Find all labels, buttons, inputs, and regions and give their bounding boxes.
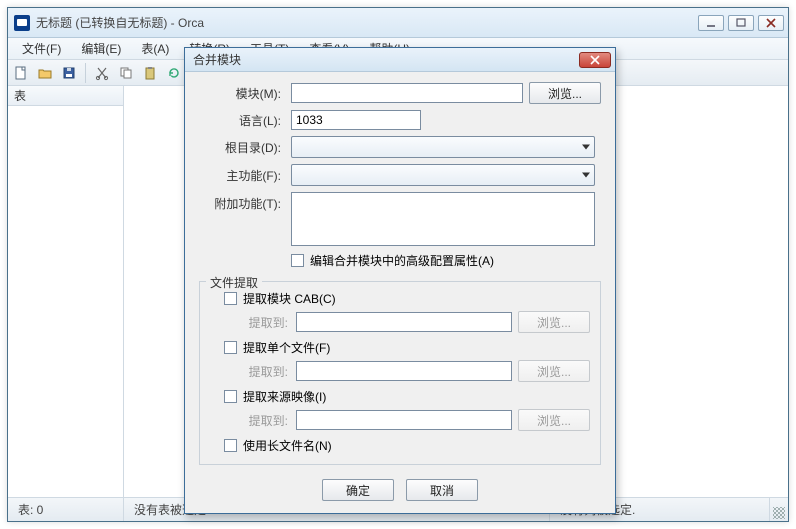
module-label: 模块(M): [199,85,285,102]
extract-cab-to-label: 提取到: [228,314,290,331]
new-file-icon [13,65,29,81]
extract-cab-to-input [296,312,512,332]
tables-pane-header[interactable]: 表 [8,86,123,106]
close-button[interactable] [758,15,784,31]
advanced-chk-label: 编辑合并模块中的高级配置属性(A) [310,252,494,269]
extract-single-to-input [296,361,512,381]
refresh-icon [166,65,182,81]
window-controls [698,15,784,31]
dialog-close-button[interactable] [579,52,611,68]
window-title: 无标题 (已转换自无标题) - Orca [36,14,204,31]
extract-source-to-label: 提取到: [228,412,290,429]
extract-source-label: 提取来源映像(I) [243,388,326,405]
extract-source-chk[interactable] [224,390,237,403]
merge-module-dialog: 合并模块 模块(M): 浏览... 语言(L): 根目录(D): 主功能(F): [184,47,616,514]
toolbar-cut-button[interactable] [91,62,113,84]
extract-single-label: 提取单个文件(F) [243,339,330,356]
extract-single-browse-button: 浏览... [518,360,590,382]
file-extract-group: 文件提取 提取模块 CAB(C) 提取到: 浏览... 提取单个文件(F) 提取… [199,281,601,465]
extract-source-to-input [296,410,512,430]
menu-file[interactable]: 文件(F) [12,38,71,60]
language-label: 语言(L): [199,112,285,129]
menu-tables[interactable]: 表(A) [131,38,179,60]
addfeatures-input[interactable] [291,192,595,246]
toolbar-open-button[interactable] [34,62,56,84]
toolbar-new-button[interactable] [10,62,32,84]
app-icon [14,15,30,31]
use-long-names-chk[interactable] [224,439,237,452]
save-icon [61,65,77,81]
minimize-icon [703,15,719,31]
advanced-chk[interactable] [291,254,304,267]
menu-edit[interactable]: 编辑(E) [71,38,131,60]
paste-icon [142,65,158,81]
toolbar-save-button[interactable] [58,62,80,84]
tables-pane: 表 [8,86,124,497]
use-long-names-label: 使用长文件名(N) [243,437,332,454]
resize-grip[interactable] [770,498,788,521]
extract-cab-chk[interactable] [224,292,237,305]
file-extract-legend: 文件提取 [206,274,262,291]
chevron-down-icon [582,145,590,150]
extract-cab-browse-button: 浏览... [518,311,590,333]
toolbar-copy-button[interactable] [115,62,137,84]
extract-cab-label: 提取模块 CAB(C) [243,290,336,307]
toolbar-separator [85,63,86,83]
extract-source-browse-button: 浏览... [518,409,590,431]
addfeatures-label: 附加功能(T): [199,192,285,212]
language-input[interactable] [291,110,421,130]
module-input[interactable] [291,83,523,103]
cancel-button[interactable]: 取消 [406,479,478,501]
close-icon [763,15,779,31]
chevron-down-icon [582,173,590,178]
main-titlebar[interactable]: 无标题 (已转换自无标题) - Orca [8,8,788,38]
close-icon [589,55,601,65]
dialog-title: 合并模块 [193,51,241,68]
status-table-count: 表: 0 [8,498,124,521]
module-browse-button[interactable]: 浏览... [529,82,601,104]
mainfeature-label: 主功能(F): [199,167,285,184]
extract-single-to-label: 提取到: [228,363,290,380]
dialog-titlebar[interactable]: 合并模块 [185,48,615,72]
rootdir-select[interactable] [291,136,595,158]
open-folder-icon [37,65,53,81]
ok-button[interactable]: 确定 [322,479,394,501]
maximize-button[interactable] [728,15,754,31]
minimize-button[interactable] [698,15,724,31]
mainfeature-select[interactable] [291,164,595,186]
toolbar-paste-button[interactable] [139,62,161,84]
maximize-icon [733,15,749,31]
copy-icon [118,65,134,81]
rootdir-label: 根目录(D): [199,139,285,156]
extract-single-chk[interactable] [224,341,237,354]
cut-icon [94,65,110,81]
toolbar-refresh-button[interactable] [163,62,185,84]
